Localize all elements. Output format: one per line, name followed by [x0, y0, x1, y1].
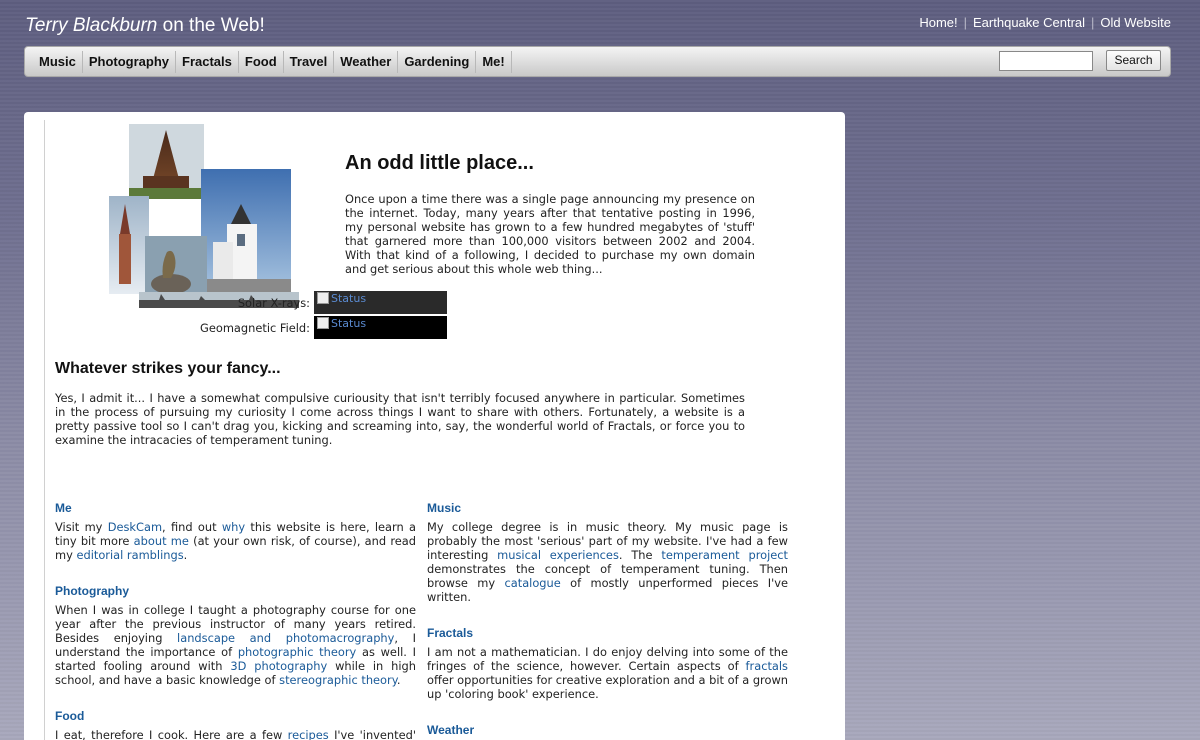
section-weather: Weather	[427, 723, 788, 740]
earthquake-central-link[interactable]: Earthquake Central	[973, 15, 1085, 30]
fancy-heading: Whatever strikes your fancy...	[55, 360, 281, 377]
recipes-link[interactable]: recipes	[288, 728, 329, 740]
search-button[interactable]: Search	[1106, 50, 1161, 71]
section-photography: Photography When I was in college I taug…	[55, 584, 416, 687]
section-fractals-text: I am not a mathematician. I do enjoy del…	[427, 645, 788, 701]
solar-xray-status-alt: Status	[331, 292, 367, 305]
nav-menu: Music Photography Fractals Food Travel W…	[25, 47, 512, 76]
geomagnetic-status-image[interactable]: Status	[314, 316, 447, 339]
geomagnetic-field-label: Geomagnetic Field:	[200, 320, 310, 335]
geomagnetic-status-alt: Status	[331, 317, 367, 330]
section-music-text: My college degree is in music theory. My…	[427, 520, 788, 604]
text-span: Visit my	[55, 520, 108, 534]
why-link[interactable]: why	[222, 520, 245, 534]
site-title: Terry Blackburn on the Web!	[25, 15, 265, 37]
text-span: I am not a mathematician. I do enjoy del…	[427, 645, 788, 673]
section-me-heading[interactable]: Me	[55, 501, 416, 515]
section-music-heading[interactable]: Music	[427, 501, 788, 515]
nav-item-gardening[interactable]: Gardening	[398, 50, 477, 73]
section-music: Music My college degree is in music theo…	[427, 501, 788, 604]
broken-image-icon	[317, 292, 329, 304]
text-span: , find out	[162, 520, 222, 534]
text-span: . The	[618, 548, 662, 562]
site-title-name: Terry Blackburn	[25, 15, 158, 36]
geomagnetic-field-row: Geomagnetic Field: Status	[169, 316, 447, 339]
home-link[interactable]: Home!	[919, 15, 957, 30]
nav-item-food[interactable]: Food	[239, 50, 284, 73]
musical-experiences-link[interactable]: musical experiences	[497, 548, 619, 562]
about-me-link[interactable]: about me	[134, 534, 189, 548]
solar-xray-label: Solar X-rays:	[237, 295, 310, 310]
main-navbar: Music Photography Fractals Food Travel W…	[24, 46, 1171, 77]
section-fractals: Fractals I am not a mathematician. I do …	[427, 626, 788, 701]
temperament-project-link[interactable]: temperament project	[661, 548, 788, 562]
solar-xray-row: Solar X-rays: Status	[169, 291, 447, 314]
3d-photography-link[interactable]: 3D photography	[230, 659, 327, 673]
fractals-link[interactable]: fractals	[746, 659, 788, 673]
intro-heading: An odd little place...	[345, 152, 534, 174]
section-food-text: I eat, therefore I cook. Here are a few …	[55, 728, 416, 740]
nav-item-travel[interactable]: Travel	[284, 50, 335, 73]
broken-image-icon	[317, 317, 329, 329]
solar-xray-status-image[interactable]: Status	[314, 291, 447, 314]
text-span: offer opportunities for creative explora…	[427, 673, 788, 701]
nav-item-weather[interactable]: Weather	[334, 50, 399, 73]
text-span: I eat, therefore I cook. Here are a few	[55, 728, 288, 740]
section-photography-heading[interactable]: Photography	[55, 584, 416, 598]
nav-item-fractals[interactable]: Fractals	[176, 50, 239, 73]
stereographic-theory-link[interactable]: stereographic theory	[279, 673, 397, 687]
text-span: .	[183, 548, 188, 562]
section-me-text: Visit my DeskCam, find out why this webs…	[55, 520, 416, 562]
text-span: .	[396, 673, 401, 687]
section-photography-text: When I was in college I taught a photogr…	[55, 603, 416, 687]
editorial-ramblings-link[interactable]: editorial ramblings	[76, 548, 183, 562]
link-separator: |	[963, 15, 968, 30]
search-input[interactable]	[999, 51, 1093, 71]
section-me: Me Visit my DeskCam, find out why this w…	[55, 501, 416, 562]
section-fractals-heading[interactable]: Fractals	[427, 626, 788, 640]
intro-paragraph: Once upon a time there was a single page…	[345, 192, 755, 276]
nav-item-photography[interactable]: Photography	[83, 50, 177, 73]
site-title-rest: on the Web!	[157, 15, 265, 36]
nav-item-music[interactable]: Music	[33, 50, 83, 73]
nav-item-me[interactable]: Me!	[476, 50, 512, 73]
photographic-theory-link[interactable]: photographic theory	[238, 645, 356, 659]
catalogue-link[interactable]: catalogue	[504, 576, 560, 590]
photo-collage-image	[109, 124, 304, 310]
section-food: Food I eat, therefore I cook. Here are a…	[55, 709, 416, 740]
fancy-paragraph: Yes, I admit it... I have a somewhat com…	[55, 391, 745, 447]
content-divider	[44, 120, 45, 740]
landscape-photomacrography-link[interactable]: landscape and photomacrography	[177, 631, 394, 645]
top-links: Home! | Earthquake Central | Old Website	[919, 15, 1171, 30]
section-food-heading[interactable]: Food	[55, 709, 416, 723]
link-separator: |	[1091, 15, 1095, 30]
section-weather-heading[interactable]: Weather	[427, 723, 788, 737]
old-website-link[interactable]: Old Website	[1100, 15, 1171, 30]
main-content-panel: An odd little place... Once upon a time …	[24, 112, 845, 740]
deskcam-link[interactable]: DeskCam	[108, 520, 162, 534]
